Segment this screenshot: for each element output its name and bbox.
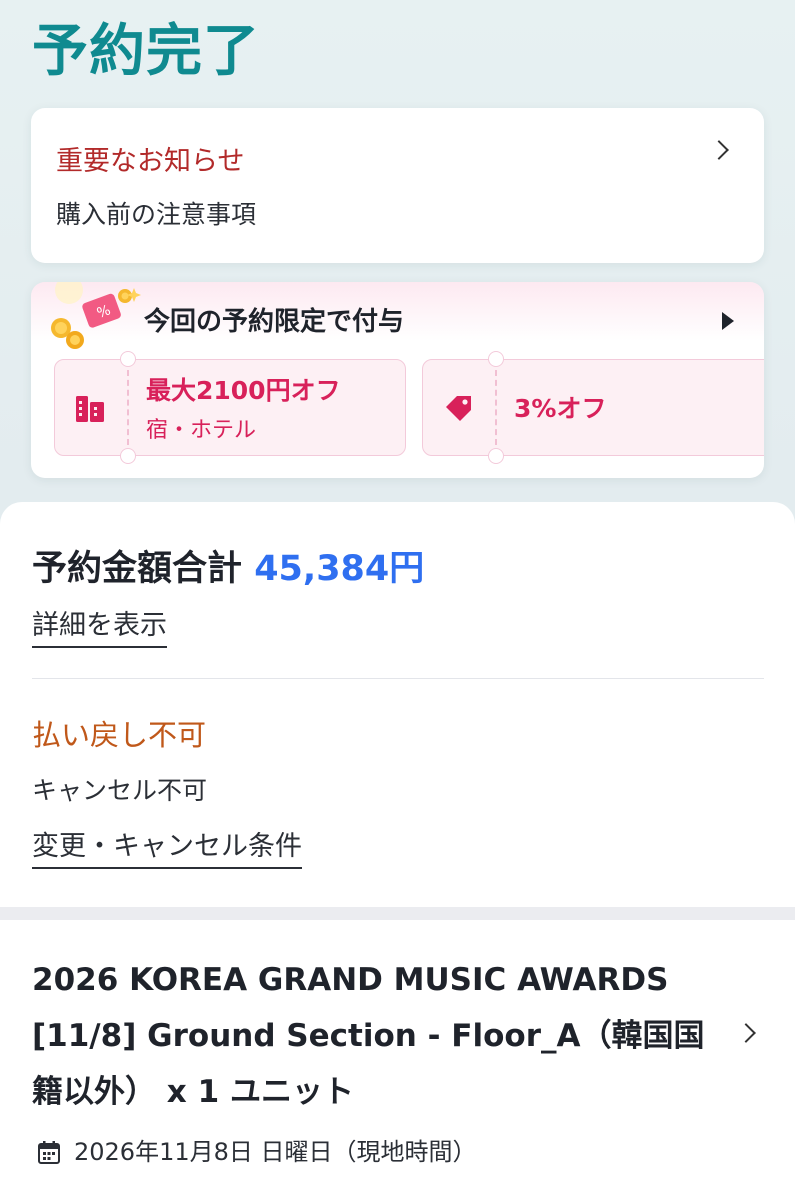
notice-subtitle: 購入前の注意事項 — [56, 200, 257, 229]
notice-title: 重要なお知らせ — [56, 146, 245, 177]
event-date: 2026年11月8日 日曜日（現地時間） — [74, 1138, 477, 1166]
coupon-title: 最大2100円オフ — [146, 376, 341, 405]
total-amount-value: 45,384円 — [254, 549, 425, 589]
promo-card[interactable]: % 今回の予約限定で付与 最大2100円オフ 宿・ホテル 3%オフ — [31, 282, 764, 478]
refund-status: 払い戻し不可 — [32, 718, 207, 752]
section-separator — [0, 907, 795, 920]
important-notice-card[interactable]: 重要なお知らせ 購入前の注意事項 — [31, 108, 764, 263]
cancellation-conditions-link[interactable]: 変更・キャンセル条件 — [32, 829, 302, 869]
total-amount-label: 予約金額合計 — [32, 549, 243, 589]
chevron-right-icon — [709, 140, 729, 160]
coupon-hotel[interactable]: 最大2100円オフ 宿・ホテル — [54, 351, 406, 464]
event-date-row: 2026年11月8日 日曜日（現地時間） — [38, 1135, 477, 1169]
calendar-icon — [38, 1141, 60, 1164]
coupon-subtitle: 宿・ホテル — [146, 418, 257, 443]
play-arrow-icon — [722, 312, 734, 330]
chevron-right-icon[interactable] — [736, 1023, 756, 1043]
promo-header: 今回の予約限定で付与 — [144, 307, 405, 337]
show-details-link[interactable]: 詳細を表示 — [32, 608, 167, 648]
page-title: 予約完了 — [32, 19, 260, 84]
cancellation-status: キャンセル不可 — [32, 776, 208, 805]
coupon-discount[interactable]: 3%オフ — [422, 351, 764, 464]
tag-icon — [446, 396, 471, 421]
event-title[interactable]: 2026 KOREA GRAND MUSIC AWARDS [11/8] Gro… — [32, 952, 712, 1120]
coupon-title: 3%オフ — [514, 394, 607, 423]
booking-summary-sheet: 予約金額合計 45,384円 詳細を表示 払い戻し不可 キャンセル不可 変更・キ… — [0, 502, 795, 1200]
total-amount-row: 予約金額合計 45,384円 — [32, 545, 424, 593]
building-icon — [76, 396, 104, 422]
divider — [32, 678, 764, 679]
coupon-illustration-icon: % — [51, 282, 141, 349]
